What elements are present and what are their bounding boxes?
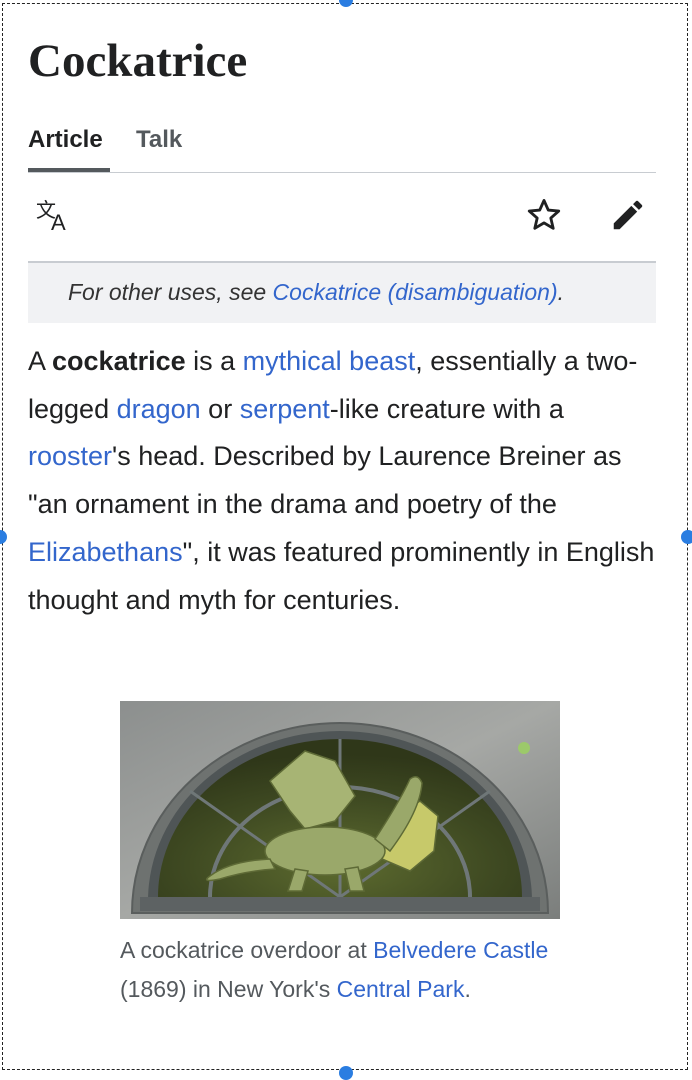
hatnote-suffix: .	[557, 279, 565, 305]
intro-text: A	[28, 346, 53, 376]
link-belvedere-castle[interactable]: Belvedere Castle	[373, 937, 548, 963]
intro-text: is a	[185, 346, 243, 376]
translate-icon[interactable]: 文 A	[34, 195, 74, 235]
resize-handle-bottom[interactable]	[339, 1066, 353, 1080]
page-tabs: Article Talk	[28, 122, 656, 173]
intro-text: -like creature with a	[329, 393, 564, 424]
link-elizabethans[interactable]: Elizabethans	[28, 537, 183, 567]
disambiguation-link[interactable]: Cockatrice (disambiguation)	[273, 279, 558, 305]
figure-caption: A cockatrice overdoor at Belvedere Castl…	[120, 931, 560, 1008]
link-mythical-beast[interactable]: mythical beast	[243, 346, 416, 376]
link-central-park[interactable]: Central Park	[337, 976, 465, 1002]
resize-handle-right[interactable]	[681, 530, 692, 544]
hatnote: For other uses, see Cockatrice (disambig…	[28, 263, 656, 323]
active-tab-indicator	[28, 168, 110, 172]
hatnote-prefix: For other uses, see	[68, 279, 273, 305]
link-rooster[interactable]: rooster	[28, 441, 112, 471]
pencil-icon[interactable]	[608, 195, 648, 235]
star-icon[interactable]	[524, 195, 564, 235]
page-actions-toolbar: 文 A	[28, 173, 656, 263]
page-title: Cockatrice	[28, 35, 248, 87]
svg-text:A: A	[51, 210, 66, 235]
cockatrice-overdoor-image[interactable]	[120, 701, 560, 919]
intro-paragraph: A cockatrice is a mythical beast, essent…	[28, 338, 656, 624]
infobox-figure: A cockatrice overdoor at Belvedere Castl…	[120, 701, 560, 1008]
intro-bold-term: cockatrice	[52, 346, 186, 376]
caption-text: A cockatrice overdoor at	[120, 937, 374, 963]
intro-text: or	[200, 393, 240, 424]
tab-article[interactable]: Article	[28, 126, 103, 154]
tab-talk[interactable]: Talk	[136, 126, 182, 154]
caption-text: .	[464, 975, 471, 1002]
caption-text: (1869) in New York's	[120, 975, 337, 1002]
link-serpent[interactable]: serpent	[240, 394, 330, 424]
intro-text: 's head. Described by Laurence Breiner a…	[28, 441, 622, 520]
link-dragon[interactable]: dragon	[117, 394, 201, 424]
